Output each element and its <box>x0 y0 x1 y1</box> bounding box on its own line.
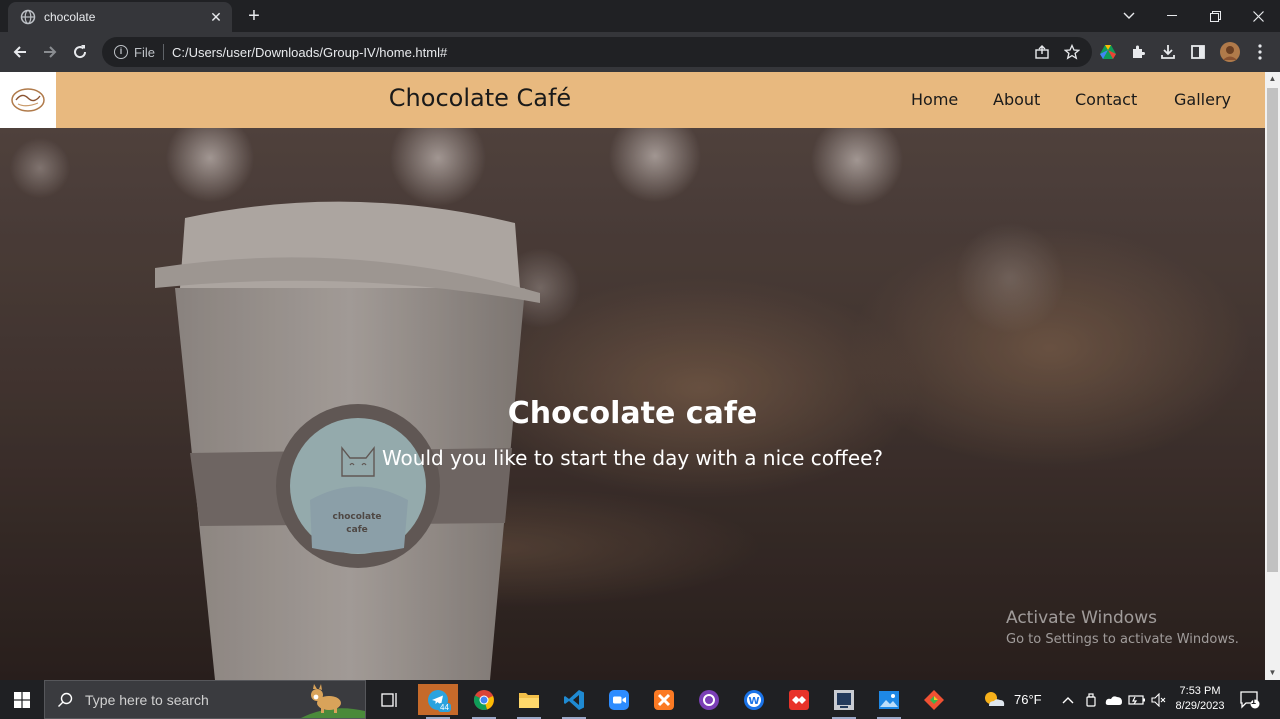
globe-icon <box>20 9 36 25</box>
site-info-icon[interactable]: i <box>114 45 128 59</box>
new-tab-button[interactable]: + <box>244 6 264 26</box>
task-view-button[interactable] <box>370 684 410 715</box>
forward-arrow-icon <box>44 46 57 58</box>
taskbar-clock[interactable]: 7:53 PM 8/29/2023 <box>1168 684 1232 714</box>
minimize-button[interactable] <box>1150 0 1194 32</box>
taskbar-search-box[interactable]: Type here to search <box>44 680 366 719</box>
tab-title: chocolate <box>44 10 96 24</box>
action-center-button[interactable]: 1 <box>1240 680 1260 719</box>
windows-logo-icon <box>14 691 30 708</box>
taskbar-chrome[interactable] <box>464 684 504 719</box>
watermark-line-2: Go to Settings to activate Windows. <box>1006 632 1239 647</box>
reload-button[interactable] <box>68 40 92 64</box>
weather-temp: 76°F <box>1014 692 1042 707</box>
clock-date: 8/29/2023 <box>1175 700 1225 712</box>
tray-usb-icon[interactable] <box>1084 680 1098 719</box>
w-app-icon: W <box>744 689 764 710</box>
weather-sun-cloud-icon <box>985 691 1005 706</box>
share-icon[interactable] <box>1032 42 1052 62</box>
scroll-up-arrow-icon[interactable]: ▲ <box>1265 72 1280 86</box>
show-hidden-icons-button[interactable] <box>1062 680 1074 719</box>
forward-button[interactable] <box>38 40 62 64</box>
url-scheme-label: File <box>134 44 155 60</box>
nav-link-home[interactable]: Home <box>911 90 958 109</box>
git-icon <box>924 689 944 710</box>
taskbar-vscode[interactable] <box>554 684 594 719</box>
restore-button[interactable] <box>1193 0 1237 32</box>
tab-search-chevron-icon[interactable] <box>1107 0 1151 32</box>
address-bar[interactable]: i File C:/Users/user/Downloads/Group-IV/… <box>102 37 1092 67</box>
watermark-line-1: Activate Windows <box>1006 608 1157 628</box>
search-icon <box>58 692 73 707</box>
notification-icon <box>1240 690 1260 709</box>
hero-section: chocolate cafe Chocolate cafe Would you … <box>0 128 1265 680</box>
site-title: Chocolate Café <box>388 84 572 112</box>
xampp-icon <box>654 689 674 710</box>
taskbar-git[interactable] <box>914 684 954 715</box>
notification-count: 1 <box>1251 696 1257 706</box>
svg-text:W: W <box>748 696 759 707</box>
back-arrow-icon <box>13 46 26 58</box>
task-view-icon <box>381 692 397 707</box>
site-navbar: Chocolate Café Home About Contact Galler… <box>0 72 1265 128</box>
side-panel-icon[interactable] <box>1188 42 1208 62</box>
chrome-icon <box>473 689 494 710</box>
search-placeholder: Type here to search <box>85 691 209 708</box>
github-desktop-icon <box>699 689 719 710</box>
taskbar-anydesk[interactable] <box>779 684 819 715</box>
nav-link-about[interactable]: About <box>993 90 1040 109</box>
activate-windows-watermark: Activate Windows Go to Settings to activ… <box>1006 608 1239 647</box>
weather-widget[interactable]: 76°F <box>982 680 1042 719</box>
omnibox-divider <box>162 44 164 60</box>
cafe-logo-icon <box>11 88 45 112</box>
tab-close-icon[interactable]: ✕ <box>208 9 224 26</box>
scroll-thumb[interactable] <box>1267 88 1278 572</box>
hero-subtitle: Would you like to start the day with a n… <box>381 446 884 470</box>
taskbar-zoom[interactable] <box>599 684 639 715</box>
folder-icon <box>519 692 539 708</box>
search-highlight-dog-icon <box>301 684 365 718</box>
browser-tab[interactable]: chocolate ✕ <box>8 2 232 32</box>
reload-icon <box>74 45 87 59</box>
nav-link-contact[interactable]: Contact <box>1075 90 1137 109</box>
zoom-icon <box>609 689 629 710</box>
start-button[interactable] <box>0 680 44 719</box>
page-viewport: Chocolate Café Home About Contact Galler… <box>0 72 1265 680</box>
taskbar-app-monitor[interactable] <box>824 684 864 719</box>
monitor-app-icon <box>834 689 854 710</box>
downloads-icon[interactable] <box>1158 42 1178 62</box>
taskbar-photos[interactable] <box>869 684 909 719</box>
browser-toolbar: i File C:/Users/user/Downloads/Group-IV/… <box>0 32 1280 72</box>
bookmark-star-icon[interactable] <box>1062 42 1082 62</box>
taskbar-xampp[interactable] <box>644 684 684 715</box>
hero-title: Chocolate cafe <box>507 396 758 431</box>
photos-icon <box>879 690 899 709</box>
tray-battery-icon[interactable] <box>1128 680 1146 719</box>
windows-taskbar: Type here to search 44 W 76°F 7:53 PM 8/… <box>0 680 1280 719</box>
taskbar-telegram[interactable]: 44 <box>418 684 458 719</box>
drive-extension-icon[interactable] <box>1098 42 1118 62</box>
tray-onedrive-icon[interactable] <box>1105 680 1123 719</box>
taskbar-github-desktop[interactable] <box>689 684 729 715</box>
menu-kebab-icon[interactable] <box>1250 42 1270 62</box>
clock-time: 7:53 PM <box>1179 685 1221 697</box>
telegram-badge: 44 <box>438 703 451 712</box>
url-text[interactable]: C:/Users/user/Downloads/Group-IV/home.ht… <box>172 45 447 60</box>
anydesk-icon <box>789 689 809 710</box>
close-window-button[interactable] <box>1236 0 1280 32</box>
tray-volume-muted-icon[interactable] <box>1151 680 1167 719</box>
site-logo[interactable] <box>0 72 56 128</box>
scroll-down-arrow-icon[interactable]: ▼ <box>1265 666 1280 680</box>
profile-avatar[interactable] <box>1220 42 1240 62</box>
chevron-up-icon <box>1062 696 1074 703</box>
back-button[interactable] <box>8 40 32 64</box>
nav-link-gallery[interactable]: Gallery <box>1174 90 1231 109</box>
extensions-puzzle-icon[interactable] <box>1128 42 1148 62</box>
vscode-icon <box>564 689 584 710</box>
taskbar-app-w[interactable]: W <box>734 684 774 715</box>
taskbar-file-explorer[interactable] <box>509 684 549 719</box>
page-scrollbar[interactable]: ▲ ▼ <box>1265 72 1280 680</box>
browser-tab-strip: chocolate ✕ + <box>0 0 1280 32</box>
